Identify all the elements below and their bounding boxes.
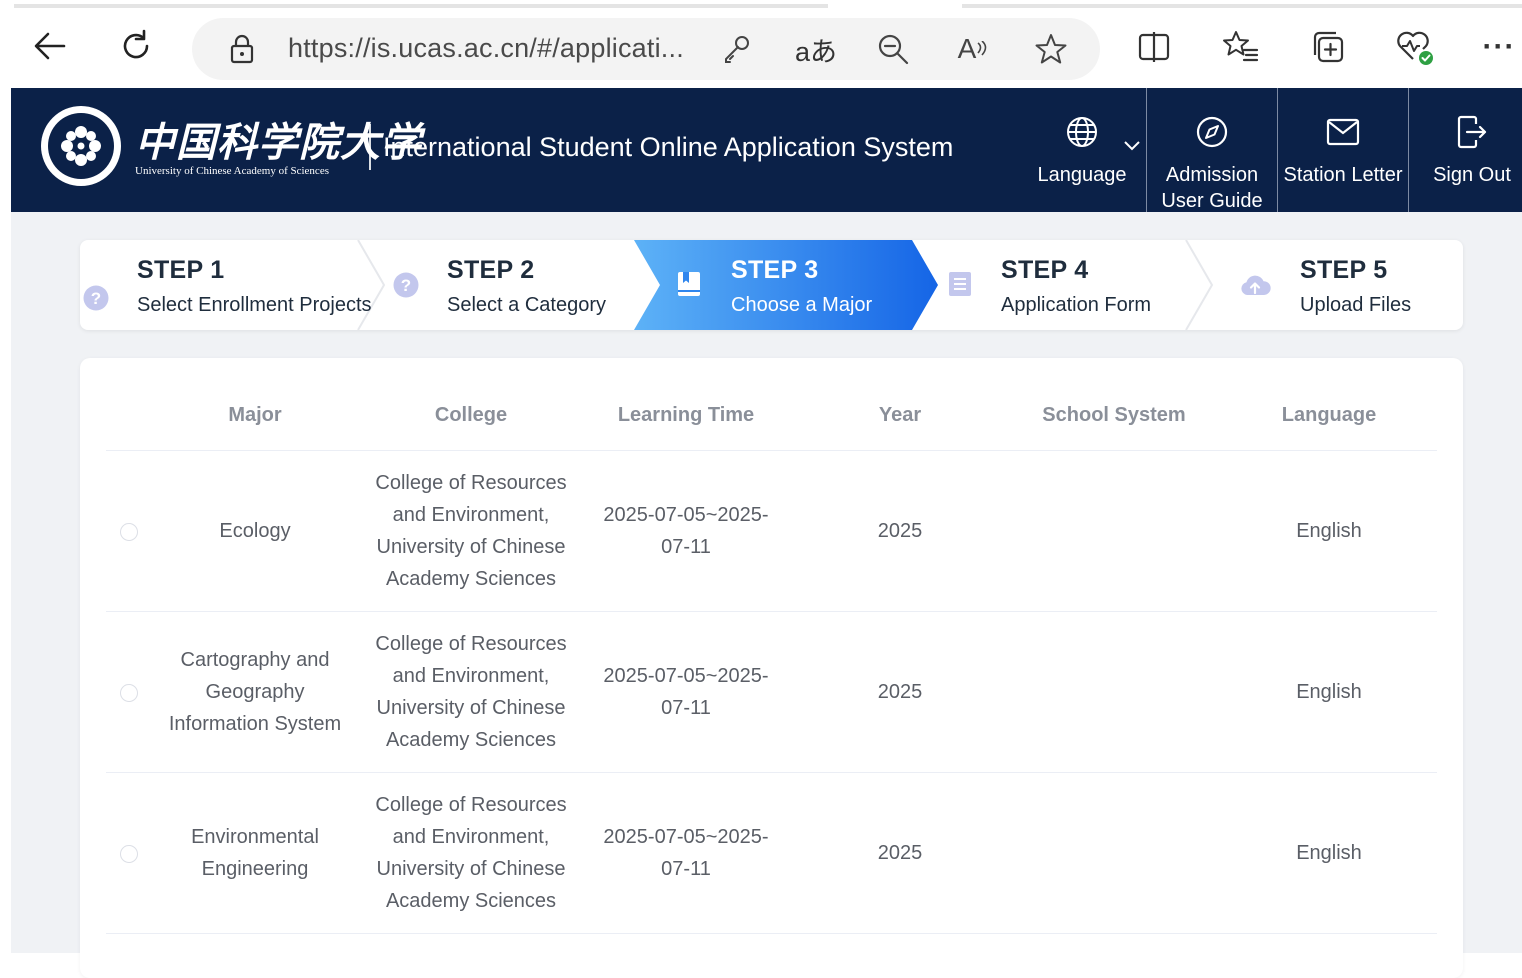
read-aloud-icon[interactable]: A [954,30,992,68]
zoom-out-icon[interactable] [874,30,912,68]
row-select-radio[interactable] [120,684,138,702]
compass-icon [1194,114,1230,150]
question-circle-icon: ? [82,284,110,312]
guide-label-line1: Admission [1165,164,1259,186]
ucas-seal-logo[interactable] [41,106,121,186]
column-header-learning-time: Learning Time [617,404,755,426]
tab-strip-edge [962,4,1522,8]
sign-out-link[interactable]: Sign Out [1409,88,1522,212]
step-5-title: STEP 5 [1300,256,1388,284]
cell-school-system [1024,773,1204,933]
back-arrow-icon[interactable] [26,22,74,70]
translate-icon[interactable]: aあ [794,30,838,68]
step-5-subtitle: Upload Files [1300,294,1412,316]
lock-icon[interactable] [223,30,261,68]
station-letter-link[interactable]: Station Letter [1278,88,1408,212]
cell-language: English [1296,842,1362,864]
step-2-subtitle: Select a Category [447,294,606,316]
cell-major: Cartography and Geography Information Sy… [168,649,342,735]
station-letter-label: Station Letter [1283,164,1403,186]
address-bar[interactable]: https://is.ucas.ac.cn/#/applicati... aあ … [192,18,1100,80]
step-2-title: STEP 2 [447,256,535,284]
sign-out-label: Sign Out [1433,164,1511,186]
cell-college: College of Resources and Environment, Un… [375,633,567,751]
key-icon[interactable] [718,30,756,68]
svg-text:?: ? [91,289,101,308]
seal-inner [48,113,114,179]
table-row[interactable]: Environmental Engineering College of Res… [106,773,1437,934]
cell-language: English [1296,681,1362,703]
cell-learning-time: 2025-07-05~2025-07-11 [603,826,769,880]
step-1[interactable]: ? STEP 1 Select Enrollment Projects [80,240,372,330]
column-header-major: Major [228,404,282,426]
step-5[interactable]: STEP 5 Upload Files [1214,240,1463,330]
table-row[interactable]: Cartography and Geography Information Sy… [106,612,1437,773]
refresh-icon[interactable] [112,22,160,70]
table-row[interactable]: Ecology College of Resources and Environ… [106,451,1437,612]
row-select-radio[interactable] [120,845,138,863]
table-header: Major College Learning Time Year School … [106,358,1437,451]
step-3-title: STEP 3 [731,256,819,284]
cell-learning-time: 2025-07-05~2025-07-11 [603,665,769,719]
svg-text:?: ? [401,276,411,295]
site-header: 中国科学院大学 University of Chinese Academy of… [11,88,1522,212]
cell-school-system [1024,451,1204,611]
browser-essentials-icon[interactable] [1392,24,1438,70]
form-icon [946,270,974,298]
read-aloud-glyph: A [957,33,977,64]
step-1-subtitle: Select Enrollment Projects [137,294,372,316]
row-select-radio[interactable] [120,523,138,541]
logo-english-name: University of Chinese Academy of Science… [135,165,329,177]
sign-out-icon [1454,114,1490,150]
logo-divider [369,124,371,170]
admission-user-guide-label: Admission User Guide [1147,162,1277,214]
split-screen-icon[interactable] [1131,24,1177,70]
step-3[interactable]: STEP 3 Choose a Major [660,240,920,330]
admission-user-guide-link[interactable]: Admission User Guide [1147,88,1277,212]
seal-emblem-icon [61,126,101,166]
step-4-subtitle: Application Form [1001,294,1152,316]
step-3-subtitle: Choose a Major [731,294,873,316]
tab-strip-edge [14,4,828,8]
more-icon[interactable]: ··· [1476,24,1522,70]
cell-learning-time: 2025-07-05~2025-07-11 [603,504,769,558]
browser-toolbar: https://is.ucas.ac.cn/#/applicati... aあ … [0,0,1522,88]
cell-language: English [1296,520,1362,542]
chevron-down-icon [1124,138,1140,156]
cell-year: 2025 [877,520,923,542]
system-title: International Student Online Application… [383,132,954,162]
book-icon [675,270,703,298]
cell-college: College of Resources and Environment, Un… [375,794,567,912]
cell-college: College of Resources and Environment, Un… [375,472,567,590]
step-2[interactable]: ? STEP 2 Select a Category [380,240,634,330]
cell-major: Environmental Engineering [191,826,319,880]
column-header-school-system: School System [1042,404,1186,426]
step-4[interactable]: STEP 4 Application Form [940,240,1190,330]
cell-year: 2025 [877,681,923,703]
steps-progress-bar: ? STEP 1 Select Enrollment Projects ? ST… [80,240,1463,330]
major-selection-card: Major College Learning Time Year School … [80,358,1463,978]
cell-year: 2025 [877,842,923,864]
logo-chinese-name: 中国科学院大学 [135,119,422,166]
collections-icon[interactable] [1305,24,1351,70]
globe-icon [1064,114,1100,150]
question-circle-icon: ? [392,271,420,299]
step-4-title: STEP 4 [1001,256,1089,284]
favorites-list-icon[interactable] [1218,24,1264,70]
column-header-language: Language [1281,404,1377,426]
guide-label-line2: User Guide [1161,190,1263,212]
url-text[interactable]: https://is.ucas.ac.cn/#/applicati... [288,33,684,64]
column-header-college: College [434,404,508,426]
language-menu[interactable]: Language [1024,88,1146,212]
favorite-star-icon[interactable] [1032,30,1070,68]
cloud-upload-icon [1238,271,1272,299]
language-label: Language [1037,164,1127,186]
cell-school-system [1024,612,1204,772]
column-header-year: Year [878,404,922,426]
mail-icon [1325,114,1361,150]
step-1-title: STEP 1 [137,256,225,284]
cell-major: Ecology [219,520,291,542]
